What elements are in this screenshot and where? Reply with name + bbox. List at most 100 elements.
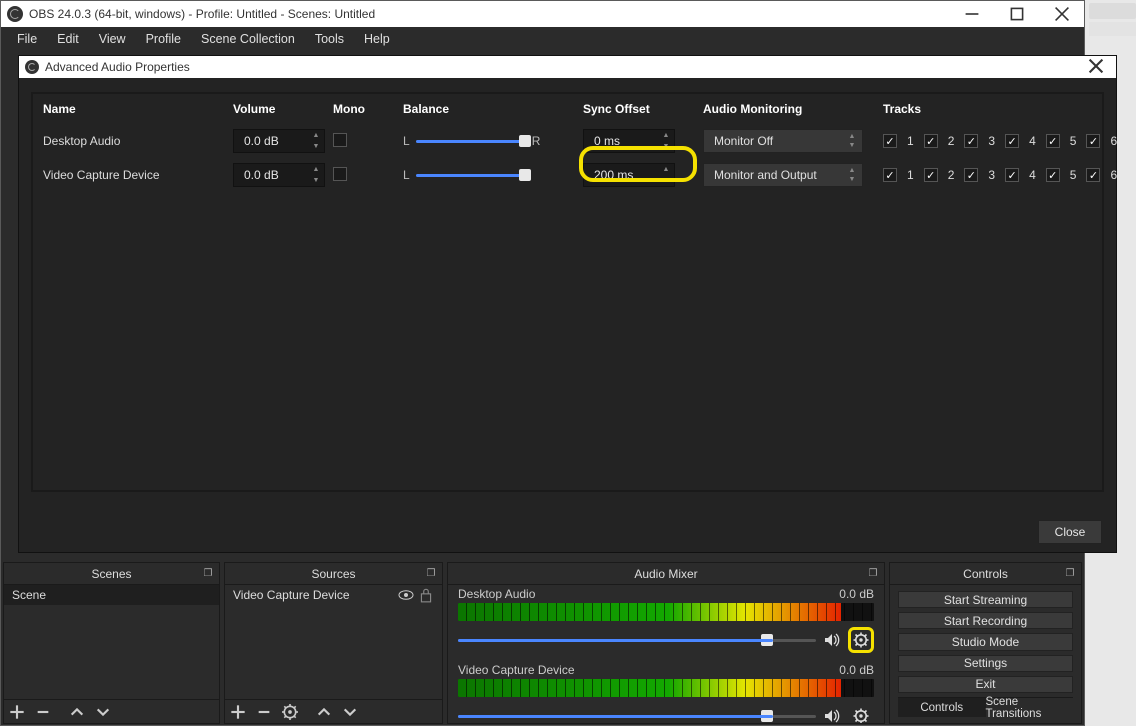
- volume-meter: [458, 603, 874, 621]
- balance-l-label: L: [403, 134, 410, 148]
- menu-scene-collection[interactable]: Scene Collection: [191, 28, 305, 50]
- spinner-icon[interactable]: ▲▼: [658, 130, 674, 152]
- close-window-button[interactable]: [1039, 1, 1084, 27]
- channel-settings-button[interactable]: [848, 627, 874, 653]
- background-fragment: [1089, 22, 1136, 36]
- monitor-value: Monitor Off: [714, 134, 773, 148]
- menu-tools[interactable]: Tools: [305, 28, 354, 50]
- speaker-icon[interactable]: [822, 706, 842, 723]
- source-properties-button[interactable]: [281, 703, 299, 721]
- start-recording-button[interactable]: Start Recording: [898, 612, 1073, 629]
- speaker-icon[interactable]: [822, 630, 842, 650]
- settings-button[interactable]: Settings: [898, 655, 1073, 672]
- window-title: OBS 24.0.3 (64-bit, windows) - Profile: …: [29, 7, 949, 21]
- track-6-checkbox[interactable]: [1086, 134, 1100, 148]
- audio-row-desktop: Desktop Audio 0.0 dB▲▼ LR 0 ms▲▼ Monitor…: [43, 124, 1092, 158]
- start-streaming-button[interactable]: Start Streaming: [898, 591, 1073, 608]
- sync-offset-field[interactable]: 0 ms ▲▼: [583, 129, 675, 153]
- advanced-audio-dialog: Advanced Audio Properties Name Volume Mo…: [18, 55, 1117, 553]
- balance-l-label: L: [403, 168, 410, 182]
- menu-edit[interactable]: Edit: [47, 28, 89, 50]
- volume-field[interactable]: 0.0 dB▲▼: [233, 163, 325, 187]
- audio-properties-grid: Name Volume Mono Balance Sync Offset Aud…: [31, 92, 1104, 492]
- channel-settings-button[interactable]: [848, 703, 874, 723]
- audio-monitoring-select[interactable]: Monitor and Output▲▼: [703, 163, 863, 187]
- sync-value: 0 ms: [594, 134, 620, 148]
- move-scene-up-button[interactable]: [68, 703, 86, 721]
- mixer-title: Audio Mixer: [634, 567, 697, 581]
- source-row[interactable]: Video Capture Device: [225, 585, 442, 605]
- row-name: Video Capture Device: [43, 168, 233, 182]
- track-1-checkbox[interactable]: [883, 168, 897, 182]
- mixer-header: Audio Mixer ❐: [448, 563, 884, 585]
- lock-icon[interactable]: [418, 587, 434, 603]
- remove-scene-button[interactable]: [34, 703, 52, 721]
- track-5-checkbox[interactable]: [1046, 168, 1060, 182]
- monitor-value: Monitor and Output: [714, 168, 817, 182]
- menu-bar: File Edit View Profile Scene Collection …: [1, 27, 1084, 51]
- menu-file[interactable]: File: [7, 28, 47, 50]
- volume-slider[interactable]: [458, 715, 816, 718]
- visibility-icon[interactable]: [398, 587, 414, 603]
- minimize-button[interactable]: [949, 1, 994, 27]
- exit-button[interactable]: Exit: [898, 676, 1073, 693]
- undock-icon[interactable]: ❐: [866, 566, 880, 580]
- undock-icon[interactable]: ❐: [424, 566, 438, 580]
- track-5-checkbox[interactable]: [1046, 134, 1060, 148]
- dialog-close-ok-button[interactable]: Close: [1038, 520, 1102, 544]
- col-name: Name: [43, 102, 233, 116]
- track-4-checkbox[interactable]: [1005, 168, 1019, 182]
- scene-row[interactable]: Scene: [4, 585, 219, 605]
- studio-mode-button[interactable]: Studio Mode: [898, 633, 1073, 650]
- col-sync: Sync Offset: [583, 102, 703, 116]
- add-scene-button[interactable]: [8, 703, 26, 721]
- volume-value: 0.0 dB: [244, 134, 279, 148]
- move-scene-down-button[interactable]: [94, 703, 112, 721]
- track-3-checkbox[interactable]: [964, 134, 978, 148]
- controls-dock: Controls ❐ Start Streaming Start Recordi…: [889, 562, 1082, 724]
- tracks-checkboxes: 1 2 3 4 5 6: [883, 134, 1117, 148]
- sync-value: 200 ms: [594, 168, 633, 182]
- audio-monitoring-select[interactable]: Monitor Off ▲▼: [703, 129, 863, 153]
- dialog-close-button[interactable]: [1076, 58, 1116, 77]
- obs-icon: [7, 6, 23, 22]
- dialog-title: Advanced Audio Properties: [45, 60, 1076, 74]
- spinner-icon[interactable]: ▲▼: [308, 164, 324, 186]
- table-header-row: Name Volume Mono Balance Sync Offset Aud…: [43, 102, 1092, 116]
- menu-view[interactable]: View: [89, 28, 136, 50]
- mono-checkbox[interactable]: [333, 167, 347, 181]
- add-source-button[interactable]: [229, 703, 247, 721]
- menu-help[interactable]: Help: [354, 28, 400, 50]
- remove-source-button[interactable]: [255, 703, 273, 721]
- balance-slider[interactable]: LR: [403, 168, 583, 182]
- menu-profile[interactable]: Profile: [136, 28, 191, 50]
- controls-header: Controls ❐: [890, 563, 1081, 585]
- col-mono: Mono: [333, 102, 403, 116]
- col-balance: Balance: [403, 102, 583, 116]
- maximize-button[interactable]: [994, 1, 1039, 27]
- balance-slider[interactable]: LR: [403, 134, 583, 148]
- undock-icon[interactable]: ❐: [201, 566, 215, 580]
- move-source-down-button[interactable]: [341, 703, 359, 721]
- mono-checkbox[interactable]: [333, 133, 347, 147]
- track-2-checkbox[interactable]: [924, 168, 938, 182]
- spinner-icon[interactable]: ▲▼: [658, 164, 674, 186]
- track-6-checkbox[interactable]: [1086, 168, 1100, 182]
- channel-name: Desktop Audio: [458, 587, 535, 601]
- controls-tab[interactable]: Controls: [898, 698, 986, 717]
- sync-offset-field[interactable]: 200 ms ▲▼: [583, 163, 675, 187]
- mixer-channel: Video Capture Device 0.0 dB: [448, 661, 884, 723]
- track-4-checkbox[interactable]: [1005, 134, 1019, 148]
- combo-arrows-icon: ▲▼: [844, 132, 860, 150]
- volume-field[interactable]: 0.0 dB ▲▼: [233, 129, 325, 153]
- sources-header: Sources ❐: [225, 563, 442, 585]
- track-2-checkbox[interactable]: [924, 134, 938, 148]
- track-1-checkbox[interactable]: [883, 134, 897, 148]
- scene-transitions-tab[interactable]: Scene Transitions: [986, 698, 1074, 717]
- track-3-checkbox[interactable]: [964, 168, 978, 182]
- volume-slider[interactable]: [458, 639, 816, 642]
- spinner-icon[interactable]: ▲▼: [308, 130, 324, 152]
- undock-icon[interactable]: ❐: [1063, 566, 1077, 580]
- move-source-up-button[interactable]: [315, 703, 333, 721]
- sources-dock: Sources ❐ Video Capture Device: [224, 562, 443, 724]
